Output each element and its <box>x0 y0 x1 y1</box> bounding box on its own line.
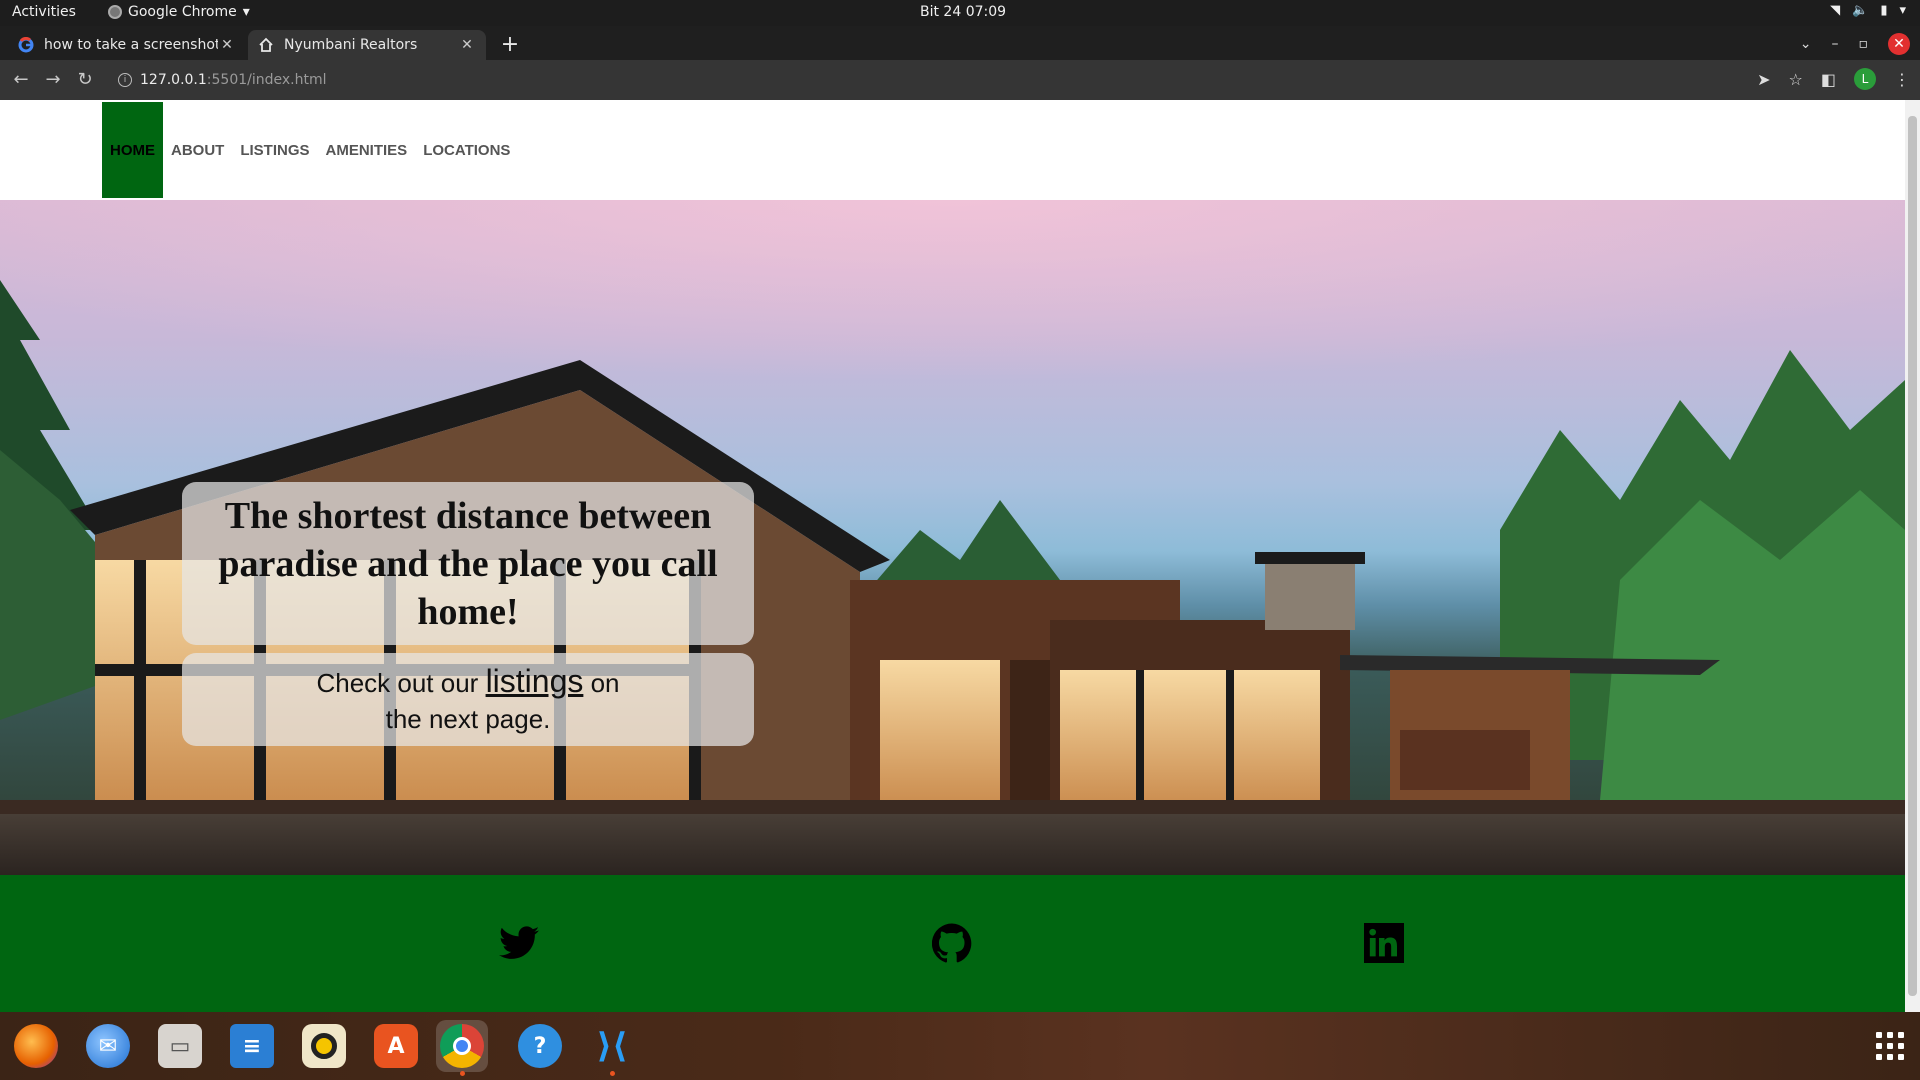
subtext-before: Check out our <box>316 667 486 698</box>
profile-avatar[interactable]: L <box>1854 68 1876 90</box>
battery-icon: ▮ <box>1880 3 1888 18</box>
nav-home[interactable]: HOME <box>102 102 163 198</box>
hero-banner: The shortest distance between paradise a… <box>0 200 1905 875</box>
more-menu-icon[interactable]: ⋮ <box>1894 70 1910 89</box>
tab-nyumbani-realtors[interactable]: Nyumbani Realtors ✕ <box>248 30 486 60</box>
vscode-icon: ⟩⟨ <box>596 1026 628 1066</box>
tab-strip: how to take a screenshot ✕ Nyumbani Real… <box>0 26 1920 60</box>
page-scrollbar[interactable] <box>1905 100 1920 1012</box>
linkedin-icon[interactable] <box>1362 921 1406 965</box>
close-icon[interactable]: ✕ <box>458 37 476 53</box>
maximize-button[interactable]: ▫ <box>1859 36 1869 52</box>
tab-screenshot-search[interactable]: how to take a screenshot ✕ <box>8 30 246 60</box>
github-icon[interactable] <box>930 921 974 965</box>
nav-amenities[interactable]: AMENITIES <box>318 102 416 198</box>
google-icon <box>18 37 34 53</box>
rhythmbox-icon <box>302 1024 346 1068</box>
tab-title: how to take a screenshot <box>44 37 218 53</box>
activities-button[interactable]: Activities <box>12 4 76 20</box>
dock-thunderbird[interactable]: ✉ <box>82 1020 134 1072</box>
headline-card: The shortest distance between paradise a… <box>182 482 754 645</box>
dock-software[interactable]: A <box>370 1020 422 1072</box>
dock-rhythmbox[interactable] <box>298 1020 350 1072</box>
close-window-button[interactable]: ✕ <box>1888 33 1910 55</box>
dock-help[interactable]: ? <box>514 1020 566 1072</box>
bookmark-star-icon[interactable]: ☆ <box>1789 70 1803 89</box>
software-icon: A <box>374 1024 418 1068</box>
dock-writer[interactable]: ≡ <box>226 1020 278 1072</box>
side-panel-icon[interactable]: ◧ <box>1821 70 1836 89</box>
page-viewport: HOME ABOUT LISTINGS AMENITIES LOCATIONS <box>0 100 1905 1012</box>
dock-chrome[interactable] <box>436 1020 488 1076</box>
volume-icon: 🔈 <box>1852 3 1869 18</box>
url-host: 127.0.0.1 <box>140 72 207 88</box>
send-icon[interactable]: ➤ <box>1757 70 1770 89</box>
wifi-icon: ◥ <box>1830 3 1841 18</box>
chrome-icon <box>440 1024 484 1068</box>
site-footer <box>0 875 1905 1012</box>
listings-link[interactable]: listings <box>486 663 584 699</box>
address-bar[interactable]: i 127.0.0.1:5501/index.html <box>108 65 1768 95</box>
reload-icon[interactable]: ↻ <box>74 69 96 90</box>
dock-firefox[interactable] <box>10 1020 62 1072</box>
running-indicator <box>610 1071 615 1076</box>
toolbar-actions: ➤ ☆ ◧ L ⋮ <box>1757 68 1910 90</box>
window-controls: ⌄ – ▫ ✕ <box>1800 33 1910 55</box>
dock-vscode[interactable]: ⟩⟨ <box>586 1020 638 1076</box>
ubuntu-dock: ✉ ▭ ≡ A ? ⟩⟨ <box>0 1012 1920 1080</box>
dock-files[interactable]: ▭ <box>154 1020 206 1072</box>
clock[interactable]: Bit 24 07:09 <box>920 4 1006 20</box>
nav-list: HOME ABOUT LISTINGS AMENITIES LOCATIONS <box>102 102 518 198</box>
nav-locations[interactable]: LOCATIONS <box>415 102 518 198</box>
show-applications-icon[interactable] <box>1876 1032 1904 1060</box>
system-top-bar: Activities Google Chrome ▾ Bit 24 07:09 … <box>0 0 1920 26</box>
writer-icon: ≡ <box>230 1024 274 1068</box>
subtext-card: Check out our listings on the next page. <box>182 653 754 746</box>
files-icon: ▭ <box>158 1024 202 1068</box>
chrome-app-icon <box>108 5 122 19</box>
chevron-down-icon: ▾ <box>242 4 250 20</box>
url-path: :5501/index.html <box>206 72 327 88</box>
thunderbird-icon: ✉ <box>86 1024 130 1068</box>
twitter-icon[interactable] <box>497 921 541 965</box>
back-icon[interactable]: ← <box>10 69 32 90</box>
minimize-button[interactable]: – <box>1832 36 1839 52</box>
app-menu[interactable]: Google Chrome ▾ <box>108 4 250 20</box>
tab-title: Nyumbani Realtors <box>284 37 418 53</box>
tab-search-icon[interactable]: ⌄ <box>1800 36 1812 52</box>
browser-toolbar: ← → ↻ i 127.0.0.1:5501/index.html ➤ ☆ ◧ … <box>0 60 1920 100</box>
home-icon <box>258 37 274 53</box>
site-navigation: HOME ABOUT LISTINGS AMENITIES LOCATIONS <box>0 100 1905 200</box>
firefox-icon <box>14 1024 58 1068</box>
app-menu-label: Google Chrome <box>128 4 237 20</box>
close-icon[interactable]: ✕ <box>218 37 236 53</box>
nav-listings[interactable]: LISTINGS <box>232 102 317 198</box>
hero-subtext: Check out our listings on the next page. <box>298 663 638 737</box>
help-icon: ? <box>518 1024 562 1068</box>
running-indicator <box>460 1071 465 1076</box>
chevron-down-icon: ▾ <box>1899 3 1906 18</box>
nav-about[interactable]: ABOUT <box>163 102 232 198</box>
system-tray[interactable]: ◥ 🔈 ▮ ▾ <box>1830 3 1906 18</box>
new-tab-button[interactable]: + <box>498 32 522 57</box>
hero-headline: The shortest distance between paradise a… <box>218 494 718 633</box>
info-icon[interactable]: i <box>118 73 132 87</box>
scrollbar-thumb[interactable] <box>1908 116 1917 996</box>
forward-icon[interactable]: → <box>42 69 64 90</box>
